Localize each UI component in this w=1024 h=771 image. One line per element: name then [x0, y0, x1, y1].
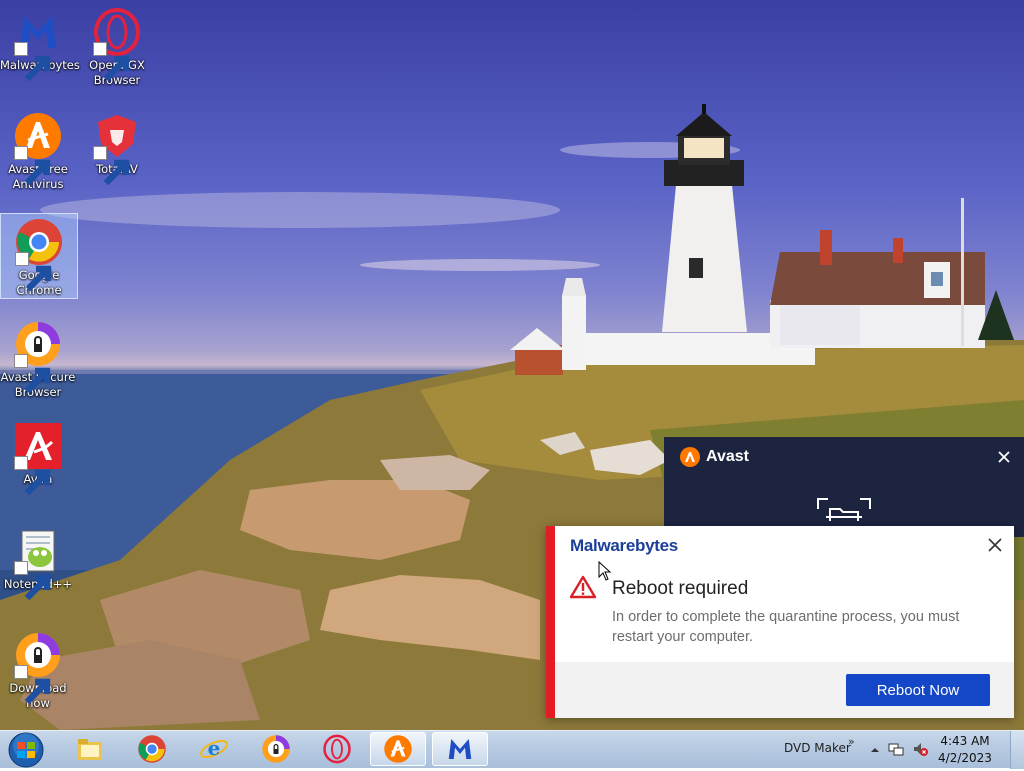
opera-icon — [323, 734, 351, 764]
avast-brand-name: Avast — [706, 448, 749, 465]
malwarebytes-icon — [14, 8, 62, 82]
taskbar-malwarebytes[interactable] — [432, 732, 488, 766]
toolbar-chevron[interactable]: » — [848, 735, 855, 748]
shortcut-arrow-icon — [93, 146, 130, 186]
tray-icons — [870, 741, 928, 760]
shortcut-arrow-icon — [14, 146, 51, 186]
shortcut-arrow-icon — [14, 561, 51, 601]
notepadpp-icon — [14, 527, 62, 601]
avast-close-icon[interactable] — [996, 449, 1012, 465]
chrome-icon — [138, 735, 166, 763]
system-clock[interactable]: 4:43 AM 4/2/2023 — [934, 733, 996, 767]
clock-date: 4/2/2023 — [938, 751, 992, 765]
notification-body: In order to complete the quarantine proc… — [612, 609, 960, 645]
alert-accent-bar — [546, 526, 555, 718]
taskbar-avast[interactable] — [370, 732, 426, 766]
warning-icon — [569, 575, 597, 602]
malwarebytes-logo: Malwarebytes — [570, 536, 678, 555]
volume-muted-icon[interactable] — [912, 741, 928, 760]
shortcut-arrow-icon — [14, 42, 51, 82]
avast-secure-browser-icon — [262, 735, 290, 763]
desktop-icon-google-chrome[interactable]: Google Chrome — [0, 213, 78, 299]
desktop-icon-download-now[interactable]: Download now — [0, 627, 76, 711]
avast-icon — [14, 112, 62, 186]
close-icon[interactable] — [986, 536, 1004, 554]
svg-text:e: e — [208, 736, 221, 760]
avast-notification: Avast — [664, 437, 1024, 537]
start-orb-icon — [8, 732, 44, 768]
notification-footer: Reboot Now — [555, 662, 1014, 718]
taskbar: e DVD Maker » 4:43 AM 4/2/2023 — [0, 730, 1024, 769]
desktop-icon-avast-free-antivirus[interactable]: Avast Free Antivirus — [0, 108, 76, 192]
shortcut-arrow-icon — [14, 354, 51, 394]
desktop-icon-totalav[interactable]: TotalAV — [79, 108, 155, 186]
avast-secure-browser-icon — [14, 631, 62, 705]
totalav-icon — [93, 112, 141, 186]
desktop-icon-avira[interactable]: Avira — [0, 418, 76, 496]
start-button[interactable] — [6, 732, 46, 768]
taskbar-internet-explorer[interactable]: e — [186, 732, 242, 766]
show-hidden-icons-icon[interactable] — [870, 744, 880, 758]
taskbar-avast-secure-browser[interactable] — [248, 732, 304, 766]
opera-gx-icon — [93, 8, 141, 82]
malwarebytes-notification: Malwarebytes Reboot required In order to… — [546, 526, 1014, 718]
taskbar-chrome[interactable] — [124, 732, 180, 766]
notification-title: Reboot required — [612, 578, 749, 599]
show-desktop-button[interactable] — [1010, 731, 1024, 769]
desktop-icon-malwarebytes[interactable]: Malwarebytes — [0, 4, 80, 82]
avast-icon — [680, 447, 700, 467]
malwarebytes-icon — [448, 739, 472, 759]
clock-time: 4:43 AM — [940, 734, 990, 748]
avast-secure-browser-icon — [14, 320, 62, 394]
avast-icon — [384, 735, 412, 763]
avira-icon — [14, 422, 62, 496]
shortcut-arrow-icon — [14, 665, 51, 705]
desktop-icon-avast-secure-browser[interactable]: Avast Secure Browser — [0, 316, 76, 400]
network-icon[interactable] — [888, 741, 904, 760]
taskbar-file-explorer[interactable] — [62, 732, 118, 766]
reboot-now-button[interactable]: Reboot Now — [846, 674, 990, 706]
desktop-icon-opera-gx[interactable]: Opera GX Browser — [79, 4, 155, 88]
avast-logo: Avast — [680, 447, 749, 467]
shortcut-arrow-icon — [15, 252, 52, 292]
file-explorer-icon — [78, 739, 102, 760]
shortcut-arrow-icon — [14, 456, 51, 496]
shortcut-arrow-icon — [93, 42, 130, 82]
mouse-cursor-icon — [598, 560, 612, 584]
taskbar-opera[interactable] — [309, 732, 365, 766]
internet-explorer-icon: e — [200, 736, 228, 760]
desktop-icon-notepadpp[interactable]: Notepad++ — [0, 523, 76, 601]
chrome-icon — [15, 218, 63, 292]
